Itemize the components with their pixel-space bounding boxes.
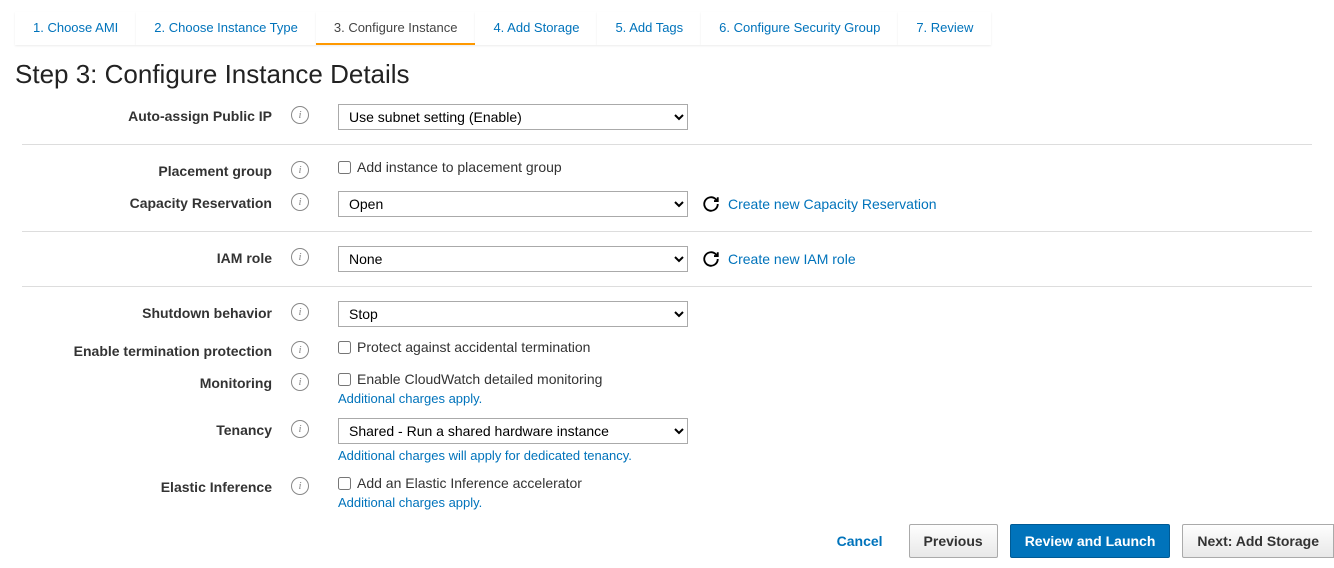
steps-tabs: 1. Choose AMI 2. Choose Instance Type 3.… — [0, 0, 1334, 45]
footer-actions: Cancel Previous Review and Launch Next: … — [0, 514, 1334, 568]
info-icon[interactable]: i — [291, 248, 309, 266]
info-icon[interactable]: i — [291, 161, 309, 179]
info-icon[interactable]: i — [291, 420, 309, 438]
label-auto-assign-ip: Auto-assign Public IP — [22, 104, 282, 124]
checkbox-placement-group[interactable]: Add instance to placement group — [338, 159, 562, 175]
info-icon[interactable]: i — [291, 193, 309, 211]
select-shutdown-behavior[interactable]: Stop — [338, 301, 688, 327]
form-content: Auto-assign Public IP i Use subnet setti… — [0, 98, 1334, 538]
label-iam-role: IAM role — [22, 246, 282, 266]
select-tenancy[interactable]: Shared - Run a shared hardware instance — [338, 418, 688, 444]
link-create-iam-role[interactable]: Create new IAM role — [728, 251, 856, 267]
select-capacity-reservation[interactable]: Open — [338, 191, 688, 217]
checkbox-monitoring-label: Enable CloudWatch detailed monitoring — [357, 371, 602, 387]
tab-configure-instance[interactable]: 3. Configure Instance — [316, 12, 476, 45]
link-elastic-inference-charges[interactable]: Additional charges apply. — [338, 495, 482, 510]
previous-button[interactable]: Previous — [909, 524, 998, 558]
select-auto-assign-ip[interactable]: Use subnet setting (Enable) — [338, 104, 688, 130]
label-termination-protection: Enable termination protection — [22, 339, 282, 359]
tab-add-storage[interactable]: 4. Add Storage — [475, 12, 597, 45]
tab-choose-ami[interactable]: 1. Choose AMI — [15, 12, 136, 45]
checkbox-termination-protection-input[interactable] — [338, 341, 351, 354]
next-add-storage-button[interactable]: Next: Add Storage — [1182, 524, 1334, 558]
tab-add-tags[interactable]: 5. Add Tags — [597, 12, 701, 45]
checkbox-termination-protection[interactable]: Protect against accidental termination — [338, 339, 590, 355]
page-title: Step 3: Configure Instance Details — [0, 45, 1334, 98]
cancel-button[interactable]: Cancel — [823, 525, 897, 557]
checkbox-placement-group-input[interactable] — [338, 161, 351, 174]
label-capacity-reservation: Capacity Reservation — [22, 191, 282, 211]
label-monitoring: Monitoring — [22, 371, 282, 391]
label-elastic-inference: Elastic Inference — [22, 475, 282, 495]
row-termination-protection: Enable termination protection i Protect … — [22, 333, 1312, 365]
label-placement-group: Placement group — [22, 159, 282, 179]
info-icon[interactable]: i — [291, 106, 309, 124]
select-iam-role[interactable]: None — [338, 246, 688, 272]
checkbox-elastic-inference[interactable]: Add an Elastic Inference accelerator — [338, 475, 582, 491]
checkbox-elastic-inference-label: Add an Elastic Inference accelerator — [357, 475, 582, 491]
checkbox-monitoring-input[interactable] — [338, 373, 351, 386]
info-icon[interactable]: i — [291, 373, 309, 391]
checkbox-termination-protection-label: Protect against accidental termination — [357, 339, 590, 355]
link-create-capacity-reservation[interactable]: Create new Capacity Reservation — [728, 196, 937, 212]
info-icon[interactable]: i — [291, 477, 309, 495]
link-monitoring-charges[interactable]: Additional charges apply. — [338, 391, 482, 406]
checkbox-placement-group-label: Add instance to placement group — [357, 159, 562, 175]
checkbox-monitoring[interactable]: Enable CloudWatch detailed monitoring — [338, 371, 602, 387]
row-auto-assign-ip: Auto-assign Public IP i Use subnet setti… — [22, 98, 1312, 145]
row-tenancy: Tenancy i Shared - Run a shared hardware… — [22, 412, 1312, 469]
refresh-icon[interactable] — [702, 195, 720, 213]
checkbox-elastic-inference-input[interactable] — [338, 477, 351, 490]
label-tenancy: Tenancy — [22, 418, 282, 438]
row-shutdown-behavior: Shutdown behavior i Stop — [22, 295, 1312, 333]
review-and-launch-button[interactable]: Review and Launch — [1010, 524, 1171, 558]
row-iam-role: IAM role i None Create new IAM role — [22, 240, 1312, 287]
tab-configure-security-group[interactable]: 6. Configure Security Group — [701, 12, 898, 45]
tab-review[interactable]: 7. Review — [898, 12, 991, 45]
label-shutdown-behavior: Shutdown behavior — [22, 301, 282, 321]
link-tenancy-charges[interactable]: Additional charges will apply for dedica… — [338, 448, 632, 463]
row-monitoring: Monitoring i Enable CloudWatch detailed … — [22, 365, 1312, 412]
info-icon[interactable]: i — [291, 341, 309, 359]
refresh-icon[interactable] — [702, 250, 720, 268]
row-placement-group: Placement group i Add instance to placem… — [22, 153, 1312, 185]
info-icon[interactable]: i — [291, 303, 309, 321]
row-capacity-reservation: Capacity Reservation i Open Create new C… — [22, 185, 1312, 232]
tab-choose-instance-type[interactable]: 2. Choose Instance Type — [136, 12, 316, 45]
